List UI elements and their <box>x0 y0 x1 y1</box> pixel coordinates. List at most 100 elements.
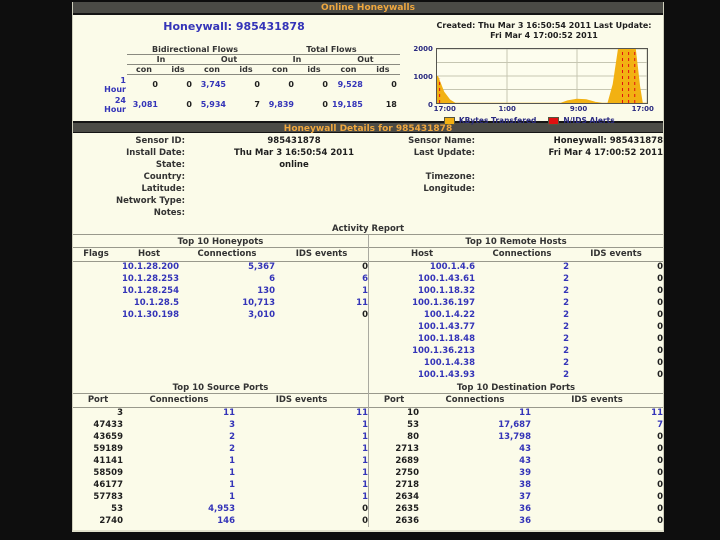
connections-link[interactable]: 1 <box>123 467 235 479</box>
ids-events-link[interactable]: 0 <box>275 261 368 273</box>
ids-events-link[interactable]: 0 <box>531 455 663 467</box>
connections-link[interactable]: 2 <box>475 273 569 285</box>
host-link[interactable]: 10.1.28.200 <box>119 261 179 273</box>
flow-con-link[interactable]: 9,528 <box>331 75 366 95</box>
flow-con-link[interactable]: 9,839 <box>263 95 297 115</box>
ids-events-link[interactable]: 0 <box>235 503 368 515</box>
connections-link[interactable]: 17,687 <box>419 419 531 431</box>
ids-events-link[interactable]: 0 <box>235 515 368 527</box>
ids-events-link[interactable]: 0 <box>569 261 663 273</box>
connections-link[interactable]: 38 <box>419 479 531 491</box>
host-link[interactable]: 100.1.18.32 <box>369 285 475 297</box>
ids-events-link[interactable]: 1 <box>235 431 368 443</box>
connections-link[interactable]: 1 <box>123 491 235 503</box>
connections-link[interactable]: 146 <box>123 515 235 527</box>
ids-events-link[interactable]: 1 <box>235 467 368 479</box>
host-link[interactable]: 100.1.43.61 <box>369 273 475 285</box>
connections-link[interactable]: 2 <box>475 369 569 381</box>
ids-events-link[interactable]: 11 <box>275 297 368 309</box>
connections-link[interactable]: 13,798 <box>419 431 531 443</box>
ids-events-link[interactable]: 0 <box>569 309 663 321</box>
ids-events-link[interactable]: 0 <box>531 443 663 455</box>
ids-events-link[interactable]: 0 <box>531 467 663 479</box>
connections-link[interactable]: 3,010 <box>179 309 275 321</box>
ids-events-link[interactable]: 1 <box>235 479 368 491</box>
ids-events-link[interactable]: 1 <box>235 419 368 431</box>
connections-link[interactable]: 37 <box>419 491 531 503</box>
ids-events-link[interactable]: 11 <box>235 407 368 419</box>
connections-link[interactable]: 2 <box>475 321 569 333</box>
flow-con-link[interactable]: 0 <box>263 75 297 95</box>
host-link[interactable]: 100.1.36.213 <box>369 345 475 357</box>
connections-link[interactable]: 2 <box>475 285 569 297</box>
ids-events-link[interactable]: 0 <box>531 431 663 443</box>
host-link[interactable]: 100.1.36.197 <box>369 297 475 309</box>
ids-events-link[interactable]: 0 <box>275 309 368 321</box>
ids-events-link[interactable]: 0 <box>569 369 663 381</box>
ids-events-link[interactable]: 6 <box>275 273 368 285</box>
connections-link[interactable]: 2 <box>475 333 569 345</box>
honeywall-link[interactable]: Honeywall: 985431878 <box>73 20 395 45</box>
host-link[interactable]: 100.1.18.48 <box>369 333 475 345</box>
connections-link[interactable]: 11 <box>123 407 235 419</box>
host-link[interactable]: 100.1.43.93 <box>369 369 475 381</box>
flow-period-link[interactable]: 1 Hour <box>97 75 127 95</box>
ids-events-link[interactable]: 0 <box>531 491 663 503</box>
flow-period-link[interactable]: 24 Hour <box>97 95 127 115</box>
flow-con-link[interactable]: 3,745 <box>195 75 229 95</box>
host-link[interactable]: 100.1.4.38 <box>369 357 475 369</box>
connections-link[interactable]: 2 <box>475 261 569 273</box>
ids-events-link[interactable]: 0 <box>531 479 663 491</box>
ids-events-link[interactable]: 0 <box>569 321 663 333</box>
connections-link[interactable]: 11 <box>419 407 531 419</box>
host-link[interactable]: 10.1.28.253 <box>119 273 179 285</box>
ids-events-link[interactable]: 0 <box>531 515 663 527</box>
host-link[interactable]: 10.1.30.198 <box>119 309 179 321</box>
connections-link[interactable]: 2 <box>475 345 569 357</box>
host-link[interactable]: 100.1.4.6 <box>369 261 475 273</box>
connections-link[interactable]: 39 <box>419 467 531 479</box>
ids-events-link[interactable]: 0 <box>569 297 663 309</box>
connections-link[interactable]: 2 <box>475 297 569 309</box>
connections-link[interactable]: 2 <box>475 357 569 369</box>
flow-con-link[interactable]: 0 <box>127 75 161 95</box>
ids-events-link[interactable]: 11 <box>531 407 663 419</box>
ids-events-link[interactable]: 0 <box>569 333 663 345</box>
connections-link[interactable]: 36 <box>419 503 531 515</box>
legend-label: KBytes Transfered <box>458 116 537 125</box>
connections-link[interactable]: 10,713 <box>179 297 275 309</box>
host-link[interactable]: 100.1.43.77 <box>369 321 475 333</box>
ids-events-link[interactable]: 7 <box>531 419 663 431</box>
ids-events-link[interactable]: 0 <box>569 285 663 297</box>
connections-link[interactable]: 3 <box>123 419 235 431</box>
connections-link[interactable]: 6 <box>179 273 275 285</box>
ids-events-link[interactable]: 1 <box>235 455 368 467</box>
ids-events-link[interactable]: 1 <box>235 491 368 503</box>
connections-link[interactable]: 2 <box>123 431 235 443</box>
flow-con-link[interactable]: 3,081 <box>127 95 161 115</box>
flow-con-link[interactable]: 19,185 <box>331 95 366 115</box>
col-header-ids: ids <box>297 64 331 75</box>
ids-events-link[interactable]: 0 <box>569 345 663 357</box>
table-row: 53 17,687 7 <box>369 419 663 431</box>
ids-events-link[interactable]: 0 <box>569 273 663 285</box>
host-link[interactable]: 10.1.28.254 <box>119 285 179 297</box>
connections-link[interactable]: 130 <box>179 285 275 297</box>
connections-link[interactable]: 2 <box>475 309 569 321</box>
table-row: 2713 43 0 <box>369 443 663 455</box>
flow-con-link[interactable]: 5,934 <box>195 95 229 115</box>
connections-link[interactable]: 36 <box>419 515 531 527</box>
host-link[interactable]: 10.1.28.5 <box>119 297 179 309</box>
ids-events-link[interactable]: 0 <box>531 503 663 515</box>
ids-events-link[interactable]: 1 <box>235 443 368 455</box>
connections-link[interactable]: 43 <box>419 455 531 467</box>
connections-link[interactable]: 2 <box>123 443 235 455</box>
connections-link[interactable]: 1 <box>123 455 235 467</box>
connections-link[interactable]: 4,953 <box>123 503 235 515</box>
connections-link[interactable]: 5,367 <box>179 261 275 273</box>
connections-link[interactable]: 43 <box>419 443 531 455</box>
ids-events-link[interactable]: 1 <box>275 285 368 297</box>
host-link[interactable]: 100.1.4.22 <box>369 309 475 321</box>
connections-link[interactable]: 1 <box>123 479 235 491</box>
ids-events-link[interactable]: 0 <box>569 357 663 369</box>
